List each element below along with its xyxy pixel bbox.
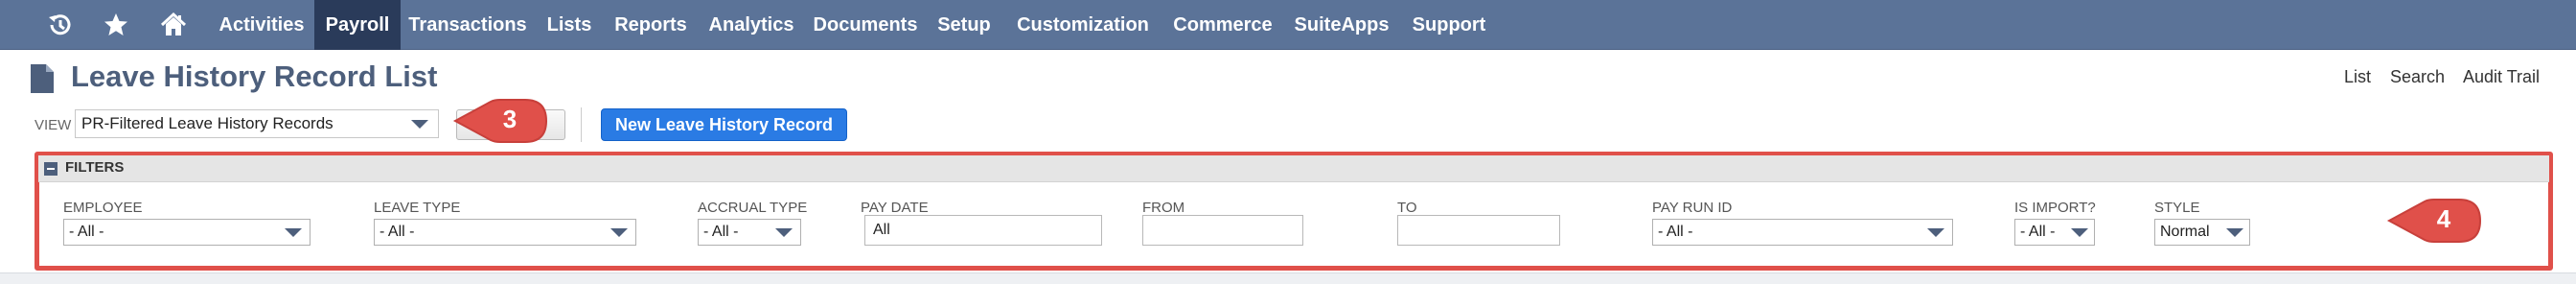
home-icon[interactable] (157, 10, 190, 40)
accrual-type-filter-select[interactable]: - All - (698, 219, 801, 246)
to-date-input[interactable] (1397, 215, 1560, 246)
chevron-down-icon (2226, 228, 2243, 237)
chevron-down-icon (610, 228, 628, 237)
page-title: Leave History Record List (71, 59, 438, 93)
is-import-filter-label: IS IMPORT? (2014, 200, 2096, 216)
nav-item-activities[interactable]: Activities (209, 0, 314, 50)
accrual-type-filter-value: - All - (703, 224, 739, 240)
style-filter-select[interactable]: Normal (2154, 219, 2250, 246)
star-icon[interactable] (100, 10, 132, 40)
nav-item-commerce[interactable]: Commerce (1163, 0, 1282, 50)
leave-type-filter-label: LEAVE TYPE (374, 200, 461, 216)
chevron-down-icon (775, 228, 793, 237)
pay-date-filter-label: PAY DATE (861, 200, 929, 216)
from-date-input[interactable] (1142, 215, 1303, 246)
filters-title: FILTERS (65, 159, 125, 176)
top-navigation-bar: Activities Payroll Transactions Lists Re… (0, 0, 2576, 50)
accrual-type-filter-label: ACCRUAL TYPE (698, 200, 808, 216)
list-header-strip (0, 272, 2576, 284)
chevron-down-icon (411, 120, 428, 129)
new-leave-history-record-button[interactable]: New Leave History Record (601, 108, 847, 141)
from-filter-label: FROM (1142, 200, 1185, 216)
nav-item-lists[interactable]: Lists (535, 0, 604, 50)
chevron-down-icon (285, 228, 302, 237)
view-select[interactable]: PR-Filtered Leave History Records (75, 109, 439, 138)
leave-type-filter-value: - All - (380, 224, 415, 240)
list-link[interactable]: List (2344, 67, 2371, 87)
is-import-filter-select[interactable]: - All - (2014, 219, 2095, 246)
is-import-filter-value: - All - (2020, 224, 2056, 240)
pay-date-filter-input[interactable]: All (864, 215, 1102, 246)
chevron-down-icon (2071, 228, 2088, 237)
search-link[interactable]: Search (2390, 67, 2445, 87)
view-label: VIEW (34, 117, 72, 133)
collapse-icon[interactable] (44, 162, 58, 176)
employee-filter-value: - All - (69, 224, 104, 240)
pay-run-id-filter-select[interactable]: - All - (1652, 219, 1953, 246)
pay-run-id-filter-label: PAY RUN ID (1652, 200, 1733, 216)
divider (581, 107, 582, 142)
audit-trail-link[interactable]: Audit Trail (2463, 67, 2540, 87)
document-icon (31, 64, 54, 93)
pay-run-id-filter-value: - All - (1658, 224, 1693, 240)
callout-number-4: 4 (2436, 204, 2451, 233)
leave-type-filter-select[interactable]: - All - (374, 219, 636, 246)
nav-item-documents[interactable]: Documents (805, 0, 926, 50)
view-select-value: PR-Filtered Leave History Records (81, 114, 334, 132)
chevron-down-icon (1927, 228, 1944, 237)
nav-item-analytics[interactable]: Analytics (698, 0, 805, 50)
nav-item-support[interactable]: Support (1401, 0, 1497, 50)
style-filter-label: STYLE (2154, 200, 2200, 216)
recent-records-icon[interactable] (44, 10, 77, 40)
callout-number-3: 3 (502, 105, 518, 133)
nav-item-transactions[interactable]: Transactions (401, 0, 535, 50)
nav-item-setup[interactable]: Setup (926, 0, 1002, 50)
to-filter-label: TO (1397, 200, 1417, 216)
nav-item-payroll[interactable]: Payroll (314, 0, 401, 50)
nav-item-customization[interactable]: Customization (1002, 0, 1163, 50)
style-filter-value: Normal (2160, 224, 2210, 240)
filters-header[interactable]: FILTERS (38, 155, 2549, 182)
nav-item-suiteapps[interactable]: SuiteApps (1282, 0, 1401, 50)
nav-item-reports[interactable]: Reports (604, 0, 698, 50)
employee-filter-label: EMPLOYEE (63, 200, 143, 216)
employee-filter-select[interactable]: - All - (63, 219, 310, 246)
